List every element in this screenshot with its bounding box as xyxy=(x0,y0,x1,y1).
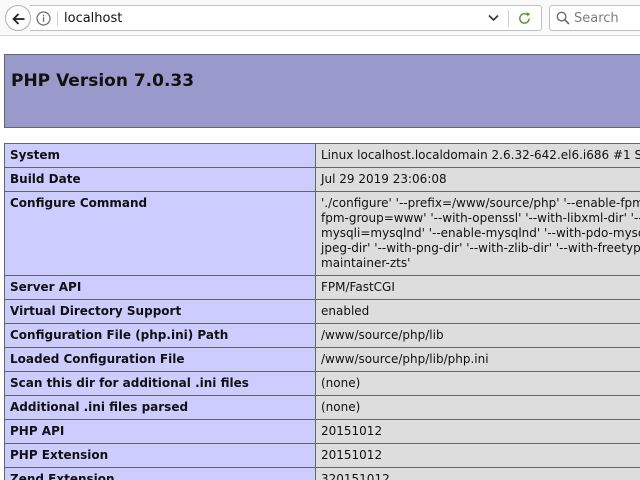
row-value: 20151012 xyxy=(315,419,640,444)
row-key: Configure Command xyxy=(4,191,316,276)
url-text[interactable]: localhost xyxy=(64,10,122,27)
table-row: PHP API 20151012 xyxy=(4,419,640,444)
row-key: Additional .ini files parsed xyxy=(4,395,316,420)
table-row: Additional .ini files parsed (none) xyxy=(4,395,640,420)
table-row: Configuration File (php.ini) Path /www/s… xyxy=(4,323,640,348)
search-icon xyxy=(556,11,570,25)
table-row: Configure Command './configure' '--prefi… xyxy=(4,191,640,276)
table-row: Zend Extension 320151012 xyxy=(4,467,640,480)
row-value: FPM/FastCGI xyxy=(315,275,640,300)
reload-icon[interactable] xyxy=(517,11,532,26)
row-key: Zend Extension xyxy=(4,467,316,480)
php-info-table: System Linux localhost.localdomain 2.6.3… xyxy=(4,143,640,480)
row-key: PHP Extension xyxy=(4,443,316,468)
row-key: Build Date xyxy=(4,167,316,192)
arrow-left-icon xyxy=(12,13,25,25)
table-row: System Linux localhost.localdomain 2.6.3… xyxy=(4,143,640,168)
row-key: Configuration File (php.ini) Path xyxy=(4,323,316,348)
row-value: (none) xyxy=(315,371,640,396)
chevron-down-icon[interactable] xyxy=(488,14,499,22)
configure-line: maintainer-zts' xyxy=(321,256,411,270)
row-key: PHP API xyxy=(4,419,316,444)
configure-line: mysqli=mysqlnd' '--enable-mysqlnd' '--wi… xyxy=(321,226,640,240)
php-version-header: PHP Version 7.0.33 xyxy=(4,54,640,128)
table-row: Loaded Configuration File /www/source/ph… xyxy=(4,347,640,372)
back-button[interactable] xyxy=(5,5,31,31)
configure-line: jpeg-dir' '--with-png-dir' '--with-zlib-… xyxy=(321,241,640,255)
table-row: Scan this dir for additional .ini files … xyxy=(4,371,640,396)
row-key: Virtual Directory Support xyxy=(4,299,316,324)
row-value-configure-command: './configure' '--prefix=/www/source/php'… xyxy=(315,191,640,276)
row-value: Linux localhost.localdomain 2.6.32-642.e… xyxy=(315,143,640,168)
row-key: System xyxy=(4,143,316,168)
row-value: 20151012 xyxy=(315,443,640,468)
urlbar-separator xyxy=(508,10,509,27)
row-value: Jul 29 2019 23:06:08 xyxy=(315,167,640,192)
table-row: PHP Extension 20151012 xyxy=(4,443,640,468)
url-separator xyxy=(57,11,58,26)
row-value: (none) xyxy=(315,395,640,420)
search-input[interactable]: Search xyxy=(574,10,619,27)
browser-toolbar: localhost Search xyxy=(0,0,640,36)
table-row: Virtual Directory Support enabled xyxy=(4,299,640,324)
page-content: PHP Version 7.0.33 System Linux localhos… xyxy=(0,37,640,480)
row-value: /www/source/php/lib/php.ini xyxy=(315,347,640,372)
configure-line: fpm-group=www' '--with-openssl' '--with-… xyxy=(321,211,640,225)
row-value: enabled xyxy=(315,299,640,324)
page-title: PHP Version 7.0.33 xyxy=(11,71,195,91)
row-key: Server API xyxy=(4,275,316,300)
row-key: Scan this dir for additional .ini files xyxy=(4,371,316,396)
row-value: /www/source/php/lib xyxy=(315,323,640,348)
table-row: Build Date Jul 29 2019 23:06:08 xyxy=(4,167,640,192)
configure-line: './configure' '--prefix=/www/source/php'… xyxy=(321,196,640,210)
search-bar[interactable]: Search xyxy=(549,5,640,31)
table-row: Server API FPM/FastCGI xyxy=(4,275,640,300)
info-icon[interactable] xyxy=(36,11,51,26)
address-bar[interactable]: localhost xyxy=(30,5,542,31)
row-value: 320151012 xyxy=(315,467,640,480)
row-key: Loaded Configuration File xyxy=(4,347,316,372)
